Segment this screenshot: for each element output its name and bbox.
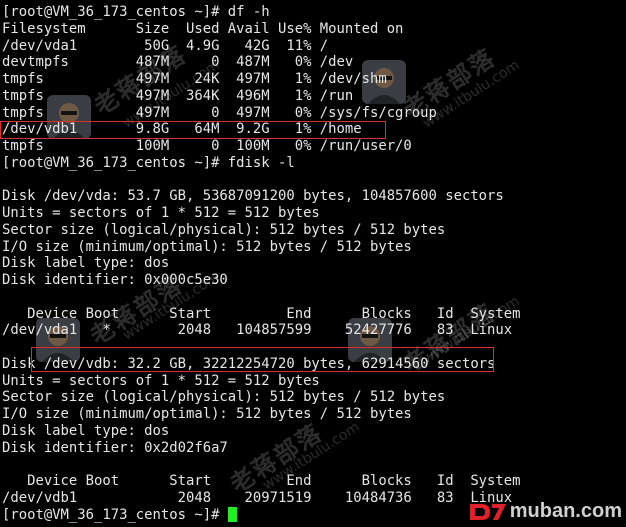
terminal-line: Disk /dev/vda: 53.7 GB, 53687091200 byte… <box>2 188 504 205</box>
terminal-line: devtmpfs 487M 0 487M 0% /dev <box>2 54 354 71</box>
terminal-line: Sector size (logical/physical): 512 byte… <box>2 221 446 238</box>
terminal-line: Disk identifier: 0x000c5e30 <box>2 272 228 288</box>
terminal-line: /dev/vda1 50G 4.9G 42G 11% / <box>2 37 329 54</box>
text-cursor <box>227 506 237 522</box>
terminal-line: tmpfs 497M 364K 496M 1% /run <box>2 87 354 104</box>
terminal-line: /dev/vdb1 2048 20971519 10484736 83 Linu… <box>2 489 513 506</box>
terminal-line: Filesystem Size Used Avail Use% Mounted … <box>2 20 404 37</box>
d7-logo-icon <box>469 503 506 520</box>
terminal-line: Device Boot Start End Blocks Id System <box>2 305 521 322</box>
terminal-line: tmpfs 100M 0 100M 0% /run/user/0 <box>2 138 412 154</box>
terminal-line: /dev/vda1 * 2048 104857599 52427776 83 L… <box>2 322 513 339</box>
highlight-box-vdb-disk <box>31 347 494 372</box>
terminal-line: Units = sectors of 1 * 512 = 512 bytes <box>2 205 320 221</box>
terminal-line: Units = sectors of 1 * 512 = 512 bytes <box>2 372 320 389</box>
terminal-line: tmpfs 497M 0 497M 0% /sys/fs/cgroup <box>2 104 437 121</box>
terminal-line: [root@VM_36_173_centos ~]# df -h <box>2 4 270 20</box>
command-prompt-line[interactable]: [root@VM_36_173_centos ~]# <box>2 506 521 524</box>
terminal-output: [root@VM_36_173_centos ~]# df -h Filesys… <box>2 4 521 523</box>
terminal-line: Device Boot Start End Blocks Id System <box>2 473 521 489</box>
brand-text: muban.com <box>509 500 622 522</box>
terminal-line: tmpfs 497M 24K 497M 1% /dev/shm <box>2 71 387 87</box>
terminal-window[interactable]: 老蒋部落 www.itbulu.com 老蒋部落 www.itbulu.com … <box>0 0 626 527</box>
terminal-line: I/O size (minimum/optimal): 512 bytes / … <box>2 406 412 422</box>
highlight-box-vdb1-mount <box>0 121 386 139</box>
terminal-line: Disk identifier: 0x2d02f6a7 <box>2 439 228 456</box>
terminal-line: [root@VM_36_173_centos ~]# fdisk -l <box>2 154 295 171</box>
terminal-line: Disk label type: dos <box>2 255 170 272</box>
command-prompt: [root@VM_36_173_centos ~]# <box>2 506 228 523</box>
terminal-line: Sector size (logical/physical): 512 byte… <box>2 389 446 406</box>
terminal-line: I/O size (minimum/optimal): 512 bytes / … <box>2 238 412 255</box>
terminal-line: Disk label type: dos <box>2 422 170 439</box>
brand-logo: muban.com <box>468 500 622 523</box>
